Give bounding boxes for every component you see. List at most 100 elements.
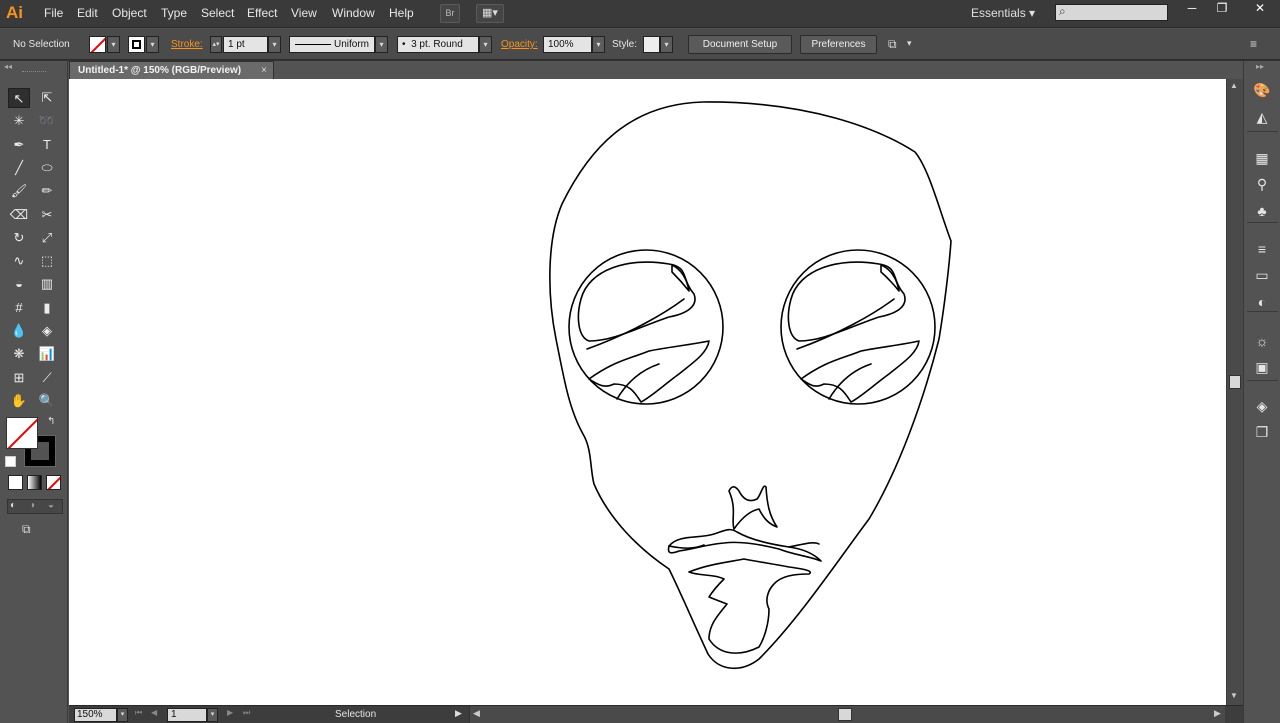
menu-effect[interactable]: Effect xyxy=(247,6,277,20)
appearance-icon[interactable]: ☼ xyxy=(1252,331,1272,351)
scroll-left-arrow-icon[interactable]: ◀ xyxy=(473,708,480,719)
draw-normal-icon[interactable]: ◐ xyxy=(10,500,16,511)
isolate-selection-icon[interactable]: ⧉ xyxy=(888,38,902,50)
close-tab-icon[interactable]: × xyxy=(261,62,267,79)
gradient-mode-icon[interactable] xyxy=(27,475,42,490)
stroke-weight-dropdown[interactable]: ▾ xyxy=(268,36,281,53)
style-dropdown[interactable]: ▾ xyxy=(660,36,673,53)
stroke-weight-field[interactable]: 1 pt xyxy=(223,36,268,53)
horizontal-scrollbar[interactable]: ◀ ▶ xyxy=(469,706,1225,723)
blend-tool-icon[interactable]: ◈ xyxy=(36,321,58,341)
last-artboard-icon[interactable]: ⏭ xyxy=(243,708,250,718)
paintbrush-tool-icon[interactable]: 🖌 xyxy=(8,181,30,201)
artboard-tool-icon[interactable]: ⊞ xyxy=(8,368,30,388)
swatches-icon[interactable]: ▦ xyxy=(1252,148,1272,168)
first-artboard-icon[interactable]: ⏮ xyxy=(135,708,142,718)
workspace-switcher[interactable]: Essentials ▾ xyxy=(971,6,1035,20)
free-transform-tool-icon[interactable]: ⬚ xyxy=(36,251,58,271)
opacity-field[interactable]: 100% xyxy=(543,36,592,53)
alien-head-artwork[interactable] xyxy=(69,79,1226,705)
pen-tool-icon[interactable]: ✒ xyxy=(8,135,30,155)
status-menu-arrow-icon[interactable]: ▶ xyxy=(455,708,462,719)
eraser-tool-icon[interactable]: ⌫ xyxy=(8,205,30,225)
stroke-label[interactable]: Stroke: xyxy=(171,39,203,50)
vertical-scrollbar[interactable]: ▲ ▼ xyxy=(1226,79,1243,705)
scroll-up-arrow-icon[interactable]: ▲ xyxy=(1230,81,1238,90)
menu-help[interactable]: Help xyxy=(389,6,414,20)
type-tool-icon[interactable]: T xyxy=(36,135,58,155)
close-window-button[interactable]: ✕ xyxy=(1240,0,1280,16)
stroke-icon[interactable]: ≡ xyxy=(1252,239,1272,259)
help-search-input[interactable]: ⌕ xyxy=(1055,4,1168,21)
menu-select[interactable]: Select xyxy=(201,6,234,20)
opacity-dropdown[interactable]: ▾ xyxy=(592,36,605,53)
control-panel-menu-icon[interactable]: ≡ xyxy=(1250,37,1257,51)
default-fill-stroke-icon[interactable] xyxy=(5,456,16,467)
expand-panels-icon[interactable]: ▸▸ xyxy=(1256,62,1264,71)
graphic-style-swatch[interactable] xyxy=(643,36,660,53)
previous-artboard-icon[interactable]: ◀ xyxy=(151,708,157,717)
arrange-documents-button[interactable]: ▦▾ xyxy=(476,4,504,23)
scale-tool-icon[interactable]: ⤢ xyxy=(36,228,58,248)
line-tool-icon[interactable]: ╱ xyxy=(8,158,30,178)
artboard-number-field[interactable]: 1 xyxy=(167,708,207,722)
scroll-right-arrow-icon[interactable]: ▶ xyxy=(1214,708,1221,719)
pencil-tool-icon[interactable]: ✏ xyxy=(36,181,58,201)
symbols-icon[interactable]: ♣ xyxy=(1252,201,1272,221)
fill-swatch[interactable] xyxy=(89,36,106,53)
selection-tool-icon[interactable]: ↖ xyxy=(8,88,30,108)
preferences-button[interactable]: Preferences xyxy=(800,35,877,54)
panel-grip[interactable] xyxy=(22,71,46,73)
draw-inside-icon[interactable]: ◒ xyxy=(48,500,54,511)
collapse-arrows-icon[interactable]: ◂◂ xyxy=(4,62,12,71)
magic-wand-tool-icon[interactable]: ✳ xyxy=(8,111,30,131)
fill-color-box[interactable] xyxy=(6,417,38,449)
eyedropper-tool-icon[interactable]: 💧 xyxy=(8,321,30,341)
vertical-scroll-thumb[interactable] xyxy=(1229,375,1241,389)
draw-behind-icon[interactable]: ◑ xyxy=(29,500,35,511)
rotate-tool-icon[interactable]: ↻ xyxy=(8,228,30,248)
layers-icon[interactable]: ◈ xyxy=(1252,396,1272,416)
menu-object[interactable]: Object xyxy=(112,6,147,20)
menu-edit[interactable]: Edit xyxy=(77,6,98,20)
transparency-icon[interactable]: ◐ xyxy=(1252,292,1272,312)
scroll-down-arrow-icon[interactable]: ▼ xyxy=(1230,691,1238,700)
brushes-icon[interactable]: ⚲ xyxy=(1252,174,1272,194)
opacity-label[interactable]: Opacity: xyxy=(501,39,538,50)
document-setup-button[interactable]: Document Setup xyxy=(688,35,792,54)
symbol-sprayer-tool-icon[interactable]: ❋ xyxy=(8,344,30,364)
mesh-tool-icon[interactable]: # xyxy=(8,298,30,318)
gradient-tool-icon[interactable]: ▮ xyxy=(36,298,58,318)
menu-view[interactable]: View xyxy=(291,6,317,20)
menu-window[interactable]: Window xyxy=(332,6,375,20)
gradient-icon[interactable]: ▭ xyxy=(1252,265,1272,285)
ellipse-tool-icon[interactable]: ⬭ xyxy=(36,158,58,178)
fill-dropdown[interactable]: ▾ xyxy=(107,36,120,53)
direct-selection-tool-icon[interactable]: ⇱ xyxy=(36,88,58,108)
artboard-dropdown[interactable]: ▾ xyxy=(207,708,218,722)
zoom-tool-icon[interactable]: 🔍 xyxy=(36,391,58,411)
menu-file[interactable]: File xyxy=(44,6,63,20)
brush-definition-field[interactable]: • 3 pt. Round xyxy=(397,36,479,53)
swap-fill-stroke-icon[interactable]: ↰ xyxy=(47,416,55,427)
variable-width-dropdown[interactable]: ▾ xyxy=(375,36,388,53)
variable-width-profile[interactable]: Uniform xyxy=(289,36,375,53)
lasso-tool-icon[interactable]: ➿ xyxy=(36,111,58,131)
slice-tool-icon[interactable]: ⟋ xyxy=(36,368,58,388)
artboards-icon[interactable]: ❐ xyxy=(1252,422,1272,442)
color-guide-icon[interactable]: 🎨 xyxy=(1252,80,1272,100)
document-tab[interactable]: Untitled-1* @ 150% (RGB/Preview) × xyxy=(69,61,274,79)
stroke-dropdown[interactable]: ▾ xyxy=(146,36,159,53)
go-to-bridge-button[interactable]: Br xyxy=(440,4,460,23)
menu-type[interactable]: Type xyxy=(161,6,187,20)
change-screen-mode-icon[interactable]: ⧉ xyxy=(22,522,42,536)
color-icon[interactable]: ◭ xyxy=(1252,107,1272,127)
minimize-button[interactable]: ─ xyxy=(1175,0,1209,16)
chevron-down-icon[interactable]: ▾ xyxy=(907,38,912,49)
column-graph-tool-icon[interactable]: 📊 xyxy=(36,344,58,364)
hand-tool-icon[interactable]: ✋ xyxy=(8,391,30,411)
warp-tool-icon[interactable]: ∿ xyxy=(8,251,30,271)
perspective-grid-tool-icon[interactable]: ▥ xyxy=(36,274,58,294)
next-artboard-icon[interactable]: ▶ xyxy=(227,708,233,717)
color-mode-icon[interactable] xyxy=(8,475,23,490)
